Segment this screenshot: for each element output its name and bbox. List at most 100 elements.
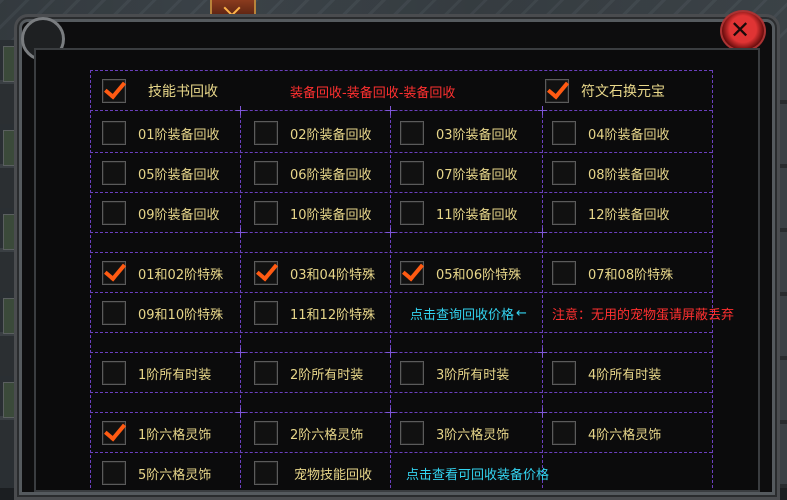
last-row: 5阶六格灵饰 宠物技能回收 点击查看可回收装备价格 (90, 454, 712, 492)
equip-row-label: 03阶装备回收 (436, 127, 518, 143)
equip-row-option[interactable]: 03阶装备回收 (400, 114, 518, 152)
fashion-option[interactable]: 2阶所有时装 (254, 354, 363, 392)
rune-option[interactable]: 符文石换元宝 (545, 72, 665, 110)
fashion-option[interactable]: 1阶所有时装 (102, 354, 211, 392)
skill-book-checkbox[interactable] (102, 79, 126, 103)
special-row-label: 03和04阶特殊 (290, 267, 376, 283)
equip-row-label: 11阶装备回收 (436, 207, 518, 223)
equip-row-option[interactable]: 08阶装备回收 (552, 154, 670, 192)
divider (90, 292, 712, 293)
fashion-label: 3阶所有时装 (436, 367, 510, 383)
divider (90, 232, 712, 233)
pet-skill-checkbox[interactable] (254, 461, 278, 485)
ornament-option[interactable]: 1阶六格灵饰 (102, 414, 211, 452)
equip-row-option[interactable]: 05阶装备回收 (102, 154, 220, 192)
view-recyclable-price-link[interactable]: 点击查看可回收装备价格 (406, 464, 549, 483)
equip-row-option[interactable]: 06阶装备回收 (254, 154, 372, 192)
ornament-option[interactable]: 2阶六格灵饰 (254, 414, 363, 452)
ornament-checkbox[interactable] (102, 421, 126, 445)
ornament-option[interactable]: 3阶六格灵饰 (400, 414, 509, 452)
ornament5-checkbox[interactable] (102, 461, 126, 485)
skill-book-label: 技能书回收 (148, 84, 218, 100)
view-price-cell[interactable]: 点击查看可回收装备价格 (406, 454, 549, 492)
special-row-checkbox[interactable] (400, 261, 424, 285)
ornament-checkbox[interactable] (254, 421, 278, 445)
special-row-label: 09和10阶特殊 (138, 307, 224, 323)
ornament-checkbox[interactable] (400, 421, 424, 445)
equip-row-checkbox[interactable] (400, 121, 424, 145)
equip-row-checkbox[interactable] (102, 161, 126, 185)
equip-row-checkbox[interactable] (552, 161, 576, 185)
fashion-checkbox[interactable] (254, 361, 278, 385)
special-row-checkbox[interactable] (102, 261, 126, 285)
fashion-checkbox[interactable] (552, 361, 576, 385)
equip-row-option[interactable]: 09阶装备回收 (102, 194, 220, 232)
equip-row-checkbox[interactable] (254, 201, 278, 225)
special-row-option[interactable]: 11和12阶特殊 (254, 294, 375, 332)
equip-row-checkbox[interactable] (552, 121, 576, 145)
equip-row-checkbox[interactable] (102, 121, 126, 145)
equip-row-checkbox[interactable] (400, 161, 424, 185)
equip-row-option[interactable]: 07阶装备回收 (400, 154, 518, 192)
special-row-option[interactable]: 07和08阶特殊 (552, 254, 673, 292)
equip-row-option[interactable]: 01阶装备回收 (102, 114, 220, 152)
divider (90, 452, 712, 453)
top-options-row: 技能书回收 装备回收-装备回收-装备回收 符文石换元宝 (90, 72, 712, 110)
ornament5-option[interactable]: 5阶六格灵饰 (102, 454, 211, 492)
equip-row: 01阶装备回收 02阶装备回收 03阶装备回收 04阶装备回收 (90, 114, 712, 152)
pet-skill-option[interactable]: 宠物技能回收 (254, 454, 372, 492)
equip-row-checkbox[interactable] (400, 201, 424, 225)
divider (90, 152, 712, 153)
pet-egg-notice: 注意：无用的宠物蛋请屏蔽丢弃 (552, 307, 735, 323)
equip-row-checkbox[interactable] (254, 121, 278, 145)
special-row-option[interactable]: 03和04阶特殊 (254, 254, 375, 292)
special-row-checkbox[interactable] (552, 261, 576, 285)
price-query-cell[interactable]: 点击查询回收价格 ← (410, 294, 527, 332)
special-row-option[interactable]: 05和06阶特殊 (400, 254, 521, 292)
price-query-link[interactable]: 点击查询回收价格 (410, 304, 514, 323)
equip-row-option[interactable]: 11阶装备回收 (400, 194, 518, 232)
close-icon: ✕ (730, 16, 751, 44)
equip-row-checkbox[interactable] (254, 161, 278, 185)
ornament-label: 3阶六格灵饰 (436, 427, 510, 443)
banner-cell: 装备回收-装备回收-装备回收 (290, 72, 455, 110)
equip-row-option[interactable]: 10阶装备回收 (254, 194, 372, 232)
special-row-option[interactable]: 09和10阶特殊 (102, 294, 223, 332)
close-button[interactable]: ✕ (720, 10, 766, 52)
special-row-label: 07和08阶特殊 (588, 267, 674, 283)
special-row-checkbox[interactable] (254, 261, 278, 285)
equip-row-checkbox[interactable] (102, 201, 126, 225)
equip-row-option[interactable]: 04阶装备回收 (552, 114, 670, 152)
recycle-options-grid: 技能书回收 装备回收-装备回收-装备回收 符文石换元宝 01阶装备回收 02阶装备… (90, 70, 734, 488)
special-row-checkbox[interactable] (102, 301, 126, 325)
special-row-option[interactable]: 01和02阶特殊 (102, 254, 223, 292)
ornament-checkbox[interactable] (552, 421, 576, 445)
special-row-checkbox[interactable] (254, 301, 278, 325)
fashion-checkbox[interactable] (102, 361, 126, 385)
equip-row-label: 06阶装备回收 (290, 167, 372, 183)
equip-row-label: 08阶装备回收 (588, 167, 670, 183)
rune-checkbox[interactable] (545, 79, 569, 103)
equip-row-label: 04阶装备回收 (588, 127, 670, 143)
divider (90, 332, 712, 333)
special-row-label: 05和06阶特殊 (436, 267, 522, 283)
fashion-option[interactable]: 3阶所有时装 (400, 354, 509, 392)
fashion-option[interactable]: 4阶所有时装 (552, 354, 661, 392)
fashion-label: 1阶所有时装 (138, 367, 212, 383)
equip-row-label: 12阶装备回收 (588, 207, 670, 223)
divider (90, 252, 712, 253)
equip-row-option[interactable]: 02阶装备回收 (254, 114, 372, 152)
equip-row-label: 05阶装备回收 (138, 167, 220, 183)
special-row: 01和02阶特殊 03和04阶特殊 05和06阶特殊 07和08阶特殊 (90, 254, 712, 292)
equip-row-option[interactable]: 12阶装备回收 (552, 194, 670, 232)
ornament-option[interactable]: 4阶六格灵饰 (552, 414, 661, 452)
ornament: 1阶六格灵饰 2阶六格灵饰 3阶六格灵饰 4阶六格灵饰 (90, 414, 712, 452)
fashion: 1阶所有时装 2阶所有时装 3阶所有时装 4阶所有时装 (90, 354, 712, 392)
divider (90, 412, 712, 413)
equip-row-checkbox[interactable] (552, 201, 576, 225)
notice-cell: 注意：无用的宠物蛋请屏蔽丢弃 (552, 294, 734, 332)
fashion-checkbox[interactable] (400, 361, 424, 385)
skill-book-option[interactable]: 技能书回收 (102, 72, 218, 110)
divider (712, 70, 713, 488)
divider (90, 110, 712, 111)
